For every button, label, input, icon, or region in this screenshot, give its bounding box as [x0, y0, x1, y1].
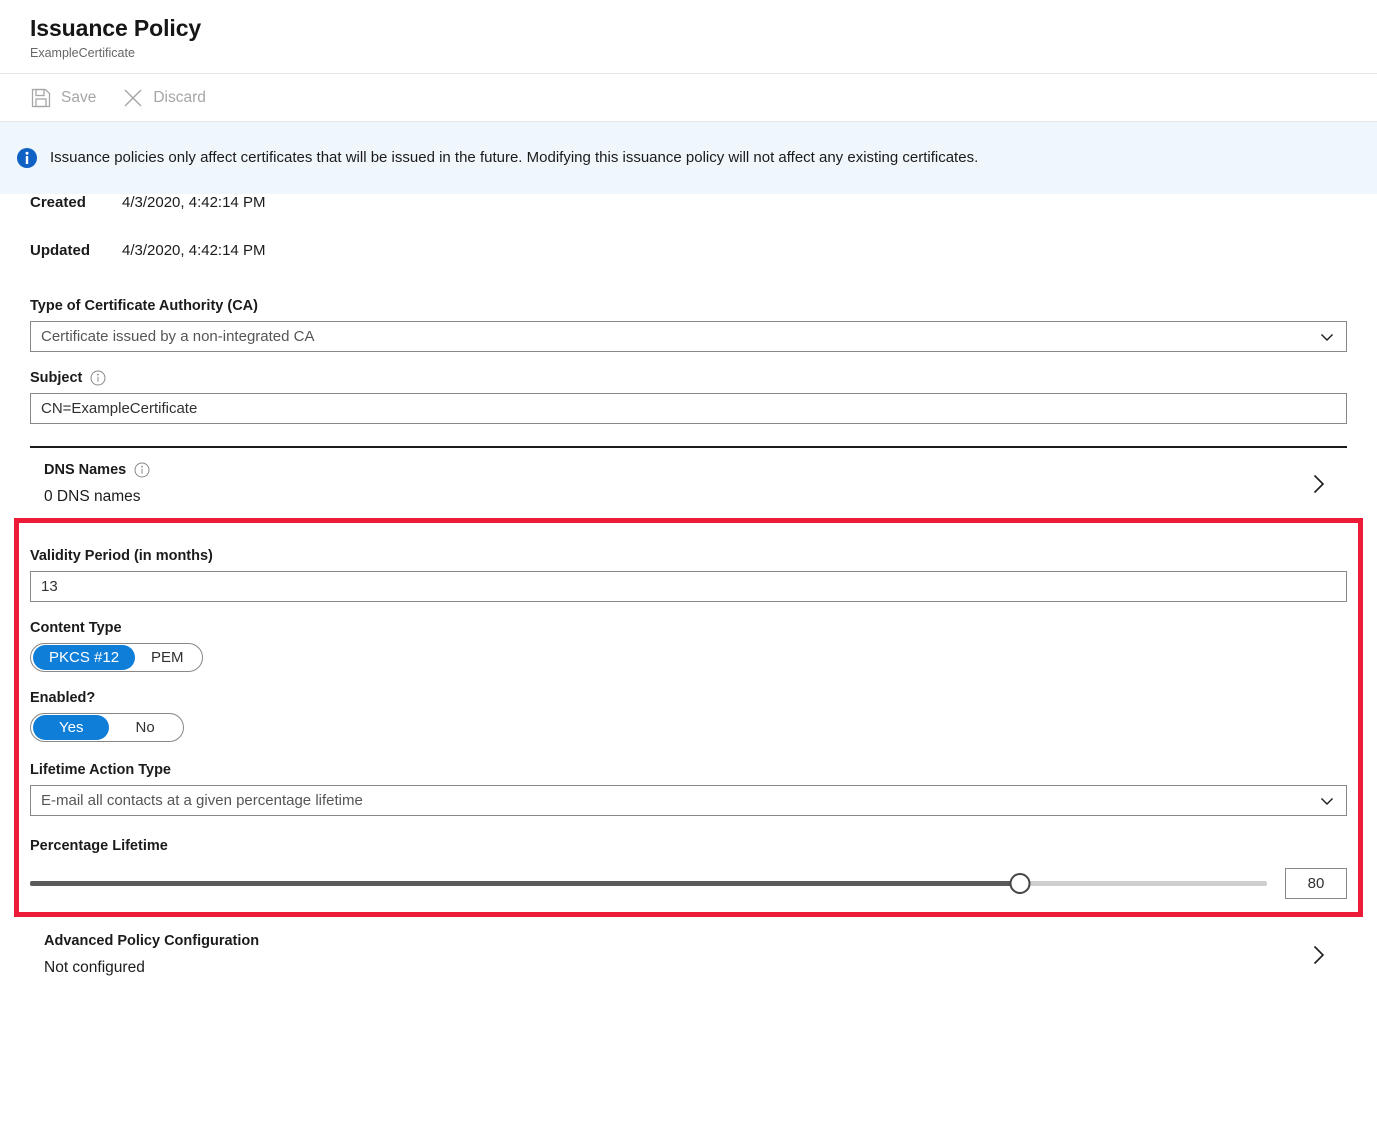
page-title: Issuance Policy: [30, 14, 1347, 42]
ca-type-value: Certificate issued by a non-integrated C…: [41, 328, 314, 345]
ca-type-select[interactable]: Certificate issued by a non-integrated C…: [30, 321, 1347, 352]
dns-names-title-row: DNS Names: [44, 462, 150, 478]
enabled-label: Enabled?: [30, 690, 1347, 706]
lifetime-action-field: Lifetime Action Type E-mail all contacts…: [30, 762, 1347, 816]
validity-field: Validity Period (in months) 13: [30, 548, 1347, 602]
save-label: Save: [61, 89, 96, 107]
updated-label: Updated: [30, 242, 122, 259]
updated-row: Updated 4/3/2020, 4:42:14 PM: [30, 242, 1347, 290]
subject-value: CN=ExampleCertificate: [41, 400, 197, 417]
ca-type-label: Type of Certificate Authority (CA): [30, 298, 1347, 314]
lifetime-action-value: E-mail all contacts at a given percentag…: [41, 792, 363, 809]
content-type-option-pkcs12[interactable]: PKCS #12: [33, 645, 135, 670]
percentage-lifetime-slider-row: 80: [30, 868, 1347, 899]
policy-settings-section: Validity Period (in months) 13 Content T…: [30, 518, 1347, 917]
info-banner-text: Issuance policies only affect certificat…: [50, 148, 978, 168]
created-value: 4/3/2020, 4:42:14 PM: [122, 194, 265, 211]
created-label: Created: [30, 194, 122, 211]
command-bar: Save Discard: [0, 74, 1377, 122]
save-button[interactable]: Save: [30, 87, 96, 109]
dns-names-label: DNS Names: [44, 462, 126, 478]
subject-field: Subject CN=ExampleCertificate: [30, 370, 1347, 424]
created-row: Created 4/3/2020, 4:42:14 PM: [30, 194, 1347, 242]
chevron-down-icon: [1318, 792, 1336, 810]
enabled-option-no[interactable]: No: [109, 715, 180, 740]
lifetime-action-label: Lifetime Action Type: [30, 762, 1347, 778]
chevron-right-icon[interactable]: [1305, 471, 1331, 497]
percentage-lifetime-label: Percentage Lifetime: [30, 838, 1347, 854]
dns-names-row[interactable]: DNS Names 0 DNS names: [30, 448, 1347, 518]
validity-label: Validity Period (in months): [30, 548, 1347, 564]
subject-label-row: Subject: [30, 370, 1347, 386]
percentage-lifetime-value: 80: [1308, 875, 1325, 892]
enabled-toggle[interactable]: Yes No: [30, 713, 184, 742]
info-outline-icon[interactable]: [134, 462, 150, 478]
advanced-policy-summary: Not configured: [44, 959, 259, 977]
percentage-lifetime-value-input[interactable]: 80: [1285, 868, 1347, 899]
discard-label: Discard: [153, 89, 206, 107]
page-subtitle: ExampleCertificate: [30, 45, 1347, 61]
ca-type-field: Type of Certificate Authority (CA) Certi…: [30, 298, 1347, 352]
chevron-right-icon[interactable]: [1305, 942, 1331, 968]
info-outline-icon[interactable]: [90, 370, 106, 386]
discard-button[interactable]: Discard: [122, 87, 206, 109]
content-type-field: Content Type PKCS #12 PEM: [30, 620, 1347, 672]
dns-names-summary: 0 DNS names: [44, 488, 150, 506]
main-content: Created 4/3/2020, 4:42:14 PM Updated 4/3…: [0, 194, 1377, 989]
chevron-down-icon: [1318, 328, 1336, 346]
validity-input[interactable]: 13: [30, 571, 1347, 602]
page-header: Issuance Policy ExampleCertificate: [0, 0, 1377, 74]
percentage-lifetime-slider[interactable]: [30, 871, 1267, 897]
enabled-field: Enabled? Yes No: [30, 690, 1347, 742]
dns-names-main: DNS Names 0 DNS names: [44, 462, 150, 506]
percentage-lifetime-field: Percentage Lifetime 80: [30, 838, 1347, 899]
slider-thumb[interactable]: [1009, 873, 1030, 894]
advanced-policy-row[interactable]: Advanced Policy Configuration Not config…: [30, 917, 1347, 989]
subject-label: Subject: [30, 370, 82, 386]
enabled-option-yes[interactable]: Yes: [33, 715, 109, 740]
content-type-label: Content Type: [30, 620, 1347, 636]
validity-value: 13: [41, 578, 58, 595]
advanced-policy-main: Advanced Policy Configuration Not config…: [44, 933, 259, 977]
slider-fill: [30, 881, 1020, 886]
content-type-option-pem[interactable]: PEM: [135, 645, 200, 670]
updated-value: 4/3/2020, 4:42:14 PM: [122, 242, 265, 259]
content-type-toggle[interactable]: PKCS #12 PEM: [30, 643, 203, 672]
close-x-icon: [122, 87, 144, 109]
info-banner: Issuance policies only affect certificat…: [0, 122, 1377, 194]
save-icon: [30, 87, 52, 109]
subject-input[interactable]: CN=ExampleCertificate: [30, 393, 1347, 424]
advanced-policy-label: Advanced Policy Configuration: [44, 933, 259, 949]
info-icon: [16, 147, 38, 169]
lifetime-action-select[interactable]: E-mail all contacts at a given percentag…: [30, 785, 1347, 816]
